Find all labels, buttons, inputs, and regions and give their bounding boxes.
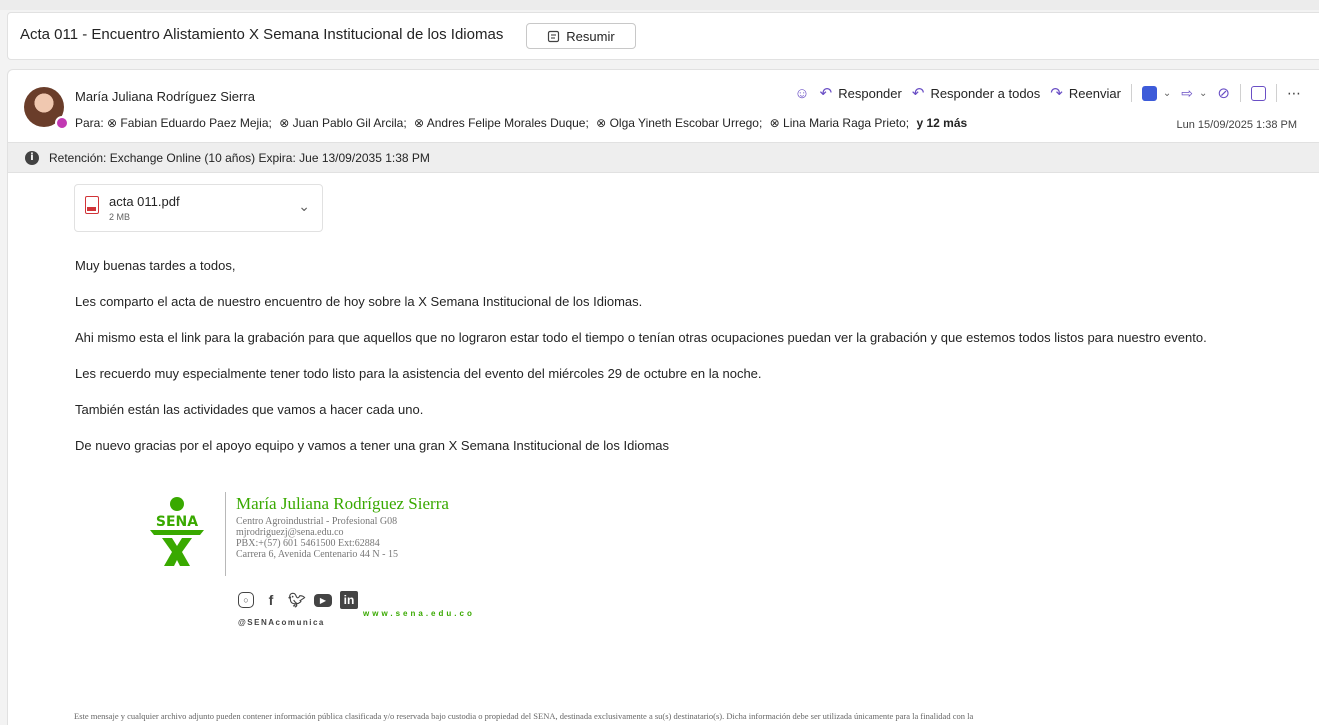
info-icon: i [25,150,39,165]
recipient-name: Fabian Eduardo Paez Mejia; [120,116,272,130]
facebook-icon[interactable]: f [262,591,280,609]
twitter-icon[interactable]: 🐦︎ [288,591,306,609]
emoji-reaction-icon[interactable]: ☺ [794,85,809,102]
signature-divider [225,492,226,576]
recipient[interactable]: ⊗ Lina Maria Raga Prieto; [770,116,909,130]
adobe-pdf-button[interactable]: ⌄ [1141,85,1172,101]
tag-icon[interactable]: ⊘ [1217,84,1230,102]
attachment-card[interactable]: acta 011.pdf 2 MB ⌄ [74,184,323,232]
chevron-down-icon: ⌄ [1199,87,1208,99]
move-button[interactable]: ⇨ ⌄ [1181,85,1207,102]
signature-address: Carrera 6, Avenida Centenario 44 N - 15 [236,549,398,560]
body-paragraph: Muy buenas tardes a todos, [75,258,236,273]
message-date: Lun 15/09/2025 1:38 PM [1176,119,1297,131]
social-icons: ○ f 🐦︎ ▶ in [238,591,358,609]
sender-name[interactable]: María Juliana Rodríguez Sierra [75,89,255,104]
reply-label: Responder [838,85,902,101]
signature-email[interactable]: mjrodriguezj@sena.edu.co [236,527,398,538]
chevron-down-icon: ⌄ [1162,87,1172,99]
pdf-file-icon [85,196,99,214]
chevron-down-icon[interactable]: ⌄ [298,198,310,215]
signature-role: Centro Agroindustrial - Profesional G08 [236,516,398,527]
instagram-icon[interactable]: ○ [238,592,254,608]
top-gap [0,0,1319,10]
body-paragraph: Les comparto el acta de nuestro encuentr… [75,294,643,309]
forward-button[interactable]: ↷ Reenviar [1050,84,1121,102]
summarize-label: Resumir [566,28,615,44]
divider [1276,84,1277,102]
sena-social-handle: @SENAcomunica [238,618,325,627]
adobe-pdf-icon [1141,85,1157,101]
divider [1130,84,1132,102]
message-card: María Juliana Rodríguez Sierra Para: ⊗ F… [7,69,1319,725]
reply-button[interactable]: ↶ Responder [820,84,902,102]
recipient[interactable]: ⊗ Fabian Eduardo Paez Mejia; [107,116,272,130]
reply-all-icon: ↶ [911,85,925,102]
attachment-name: acta 011.pdf [109,194,180,209]
subject-bar: Acta 011 - Encuentro Alistamiento X Sema… [7,12,1319,60]
recipient[interactable]: ⊗ Olga Yineth Escobar Urrego; [596,116,762,130]
linkedin-icon[interactable]: in [340,591,358,609]
youtube-icon[interactable]: ▶ [314,593,332,607]
divider [1240,84,1241,102]
sena-website-link[interactable]: www.sena.edu.co [363,609,475,618]
message-actions: ☺ ↶ Responder ↶ Responder a todos ↷ Reen… [794,84,1301,102]
move-icon: ⇨ [1181,84,1194,101]
summarize-button[interactable]: Resumir [526,23,636,49]
recipient-name: Juan Pablo Gil Arcila; [292,116,407,130]
message-body: Muy buenas tardes a todos, Les comparto … [75,257,1275,473]
recipients-line: Para: ⊗ Fabian Eduardo Paez Mejia; ⊗ Jua… [75,116,967,130]
reply-all-button[interactable]: ↶ Responder a todos [912,84,1040,102]
email-subject: Acta 011 - Encuentro Alistamiento X Sema… [20,26,504,43]
body-paragraph: Ahi mismo esta el link para la grabación… [75,330,1207,345]
more-recipients-link[interactable]: y 12 más [916,116,967,130]
signature-name: María Juliana Rodríguez Sierra [236,494,449,513]
summarize-icon [548,30,560,42]
to-label: Para: [75,116,104,130]
recipient[interactable]: ⊗ Juan Pablo Gil Arcila; [279,116,406,130]
recipient-name: Olga Yineth Escobar Urrego; [609,116,763,130]
more-options-icon[interactable]: ⋯ [1287,85,1301,102]
retention-text: Retención: Exchange Online (10 años) Exp… [49,150,430,165]
legal-disclaimer: Este mensaje y cualquier archivo adjunto… [74,711,974,721]
body-paragraph: De nuevo gracias por el apoyo equipo y v… [75,438,670,453]
sena-logo-text: SENA [156,514,198,530]
recipient-name: Lina Maria Raga Prieto; [783,116,910,130]
reply-icon: ↶ [819,85,833,102]
forward-label: Reenviar [1068,85,1121,101]
body-paragraph: Les recuerdo muy especialmente tener tod… [75,366,762,381]
recipient-name: Andres Felipe Morales Duque; [426,116,589,130]
presence-status-icon [55,116,69,130]
signature-details: Centro Agroindustrial - Profesional G08 … [236,516,398,560]
sena-logo: SENA [150,497,204,566]
apps-icon[interactable] [1251,85,1266,101]
signature-phone: PBX:+(57) 601 5461500 Ext:62884 [236,538,380,549]
reply-all-label: Responder a todos [930,85,1041,101]
retention-banner: i Retención: Exchange Online (10 años) E… [8,142,1319,173]
recipient[interactable]: ⊗ Andres Felipe Morales Duque; [414,116,589,130]
body-paragraph: También están las actividades que vamos … [75,402,424,417]
attachment-size: 2 MB [109,212,131,222]
forward-icon: ↷ [1050,85,1063,102]
